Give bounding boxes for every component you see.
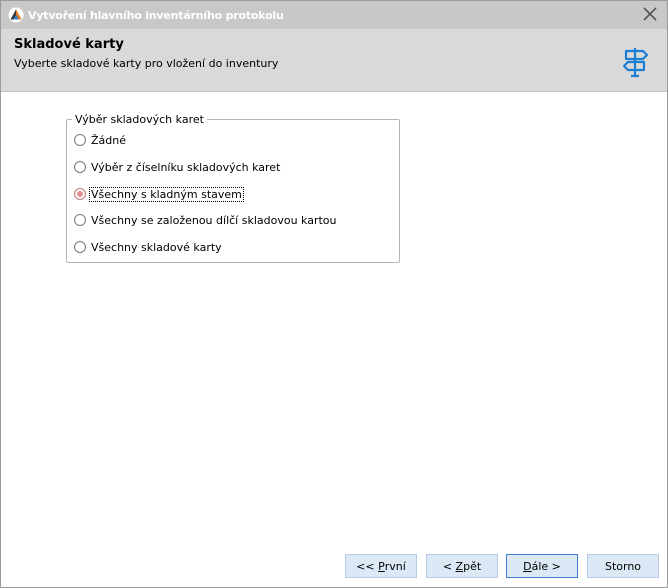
radio-button[interactable] [74, 214, 86, 226]
radio-button-selected[interactable] [74, 188, 86, 200]
radio-label: Všechny se založenou dílčí skladovou kar… [91, 213, 337, 227]
radio-option-none[interactable]: Žádné [74, 132, 127, 148]
radio-option-from-list[interactable]: Výběr z číselníku skladových karet [74, 159, 281, 175]
back-button-prefix: < [442, 559, 456, 573]
page-subtitle: Vyberte skladové karty pro vložení do in… [14, 57, 279, 70]
back-button-accel: Z [455, 559, 464, 573]
back-button[interactable]: < Zpět [426, 554, 498, 578]
radio-label: Všechny skladové karty [91, 240, 222, 254]
dialog-window: Vytvoření hlavního inventárního protokol… [0, 0, 668, 588]
next-button-accel: D [523, 559, 532, 573]
close-button[interactable] [639, 4, 661, 26]
radio-option-positive-stock[interactable]: Všechny s kladným stavem [74, 186, 244, 202]
first-button-rest: rvní [384, 559, 406, 573]
next-button-rest: ále > [531, 559, 561, 573]
radio-option-all-cards[interactable]: Všechny skladové karty [74, 239, 223, 255]
first-button-accel: P [378, 559, 385, 573]
back-button-rest: pět [463, 559, 482, 573]
next-button[interactable]: Dále > [506, 554, 578, 578]
window-title: Vytvoření hlavního inventárního protokol… [28, 8, 284, 22]
radio-option-with-sub-card[interactable]: Všechny se založenou dílčí skladovou kar… [74, 212, 338, 228]
radio-label: Výběr z číselníku skladových karet [91, 160, 281, 174]
title-bar[interactable]: Vytvoření hlavního inventárního protokol… [1, 1, 667, 29]
close-icon [642, 6, 658, 25]
signpost-icon [621, 45, 651, 79]
first-button[interactable]: << První [345, 554, 417, 578]
page-title: Skladové karty [14, 37, 124, 52]
radio-button[interactable] [74, 161, 86, 173]
radio-label: Žádné [91, 133, 126, 147]
radio-label: Všechny s kladným stavem [89, 186, 244, 202]
radio-button[interactable] [74, 241, 86, 253]
radio-button[interactable] [74, 134, 86, 146]
app-logo-icon [8, 7, 24, 23]
cancel-button[interactable]: Storno [587, 554, 659, 578]
group-legend: Výběr skladových karet [75, 113, 204, 126]
first-button-prefix: << [356, 559, 379, 573]
wizard-header: Skladové karty Vyberte skladové karty pr… [1, 29, 667, 92]
